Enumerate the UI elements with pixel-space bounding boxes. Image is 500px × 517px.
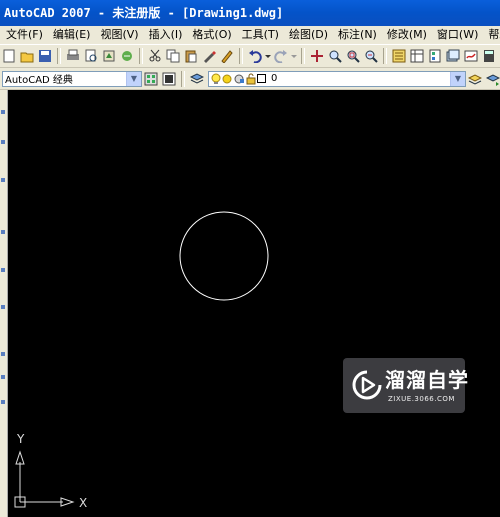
toolbar-handle — [1, 110, 5, 114]
workspace-settings-icon[interactable] — [143, 71, 159, 87]
etransmit-icon[interactable] — [119, 48, 135, 64]
lock-icon — [246, 73, 256, 85]
ucs-y-label: Y — [17, 432, 25, 446]
menu-draw[interactable]: 绘图(D) — [284, 26, 333, 44]
toolbar-separator — [139, 48, 143, 64]
save-icon[interactable] — [37, 48, 53, 64]
menu-format[interactable]: 格式(O) — [187, 26, 236, 44]
layer-color-swatch — [257, 74, 266, 83]
copy-icon[interactable] — [165, 48, 181, 64]
make-object-layer-current-icon[interactable] — [467, 71, 483, 87]
menu-dimension[interactable]: 标注(N) — [333, 26, 382, 44]
circle-entity[interactable] — [179, 211, 269, 301]
publish-icon[interactable] — [101, 48, 117, 64]
design-center-icon[interactable] — [409, 48, 425, 64]
toolbar-separator — [239, 48, 243, 64]
standard-toolbar — [0, 45, 500, 68]
chevron-down-icon[interactable]: ▼ — [126, 71, 141, 86]
toolbar-handle — [1, 178, 5, 182]
ucs-x-label: X — [79, 496, 88, 510]
title-bar: AutoCAD 2007 - 未注册版 - [Drawing1.dwg] — [0, 0, 500, 26]
menu-view[interactable]: 视图(V) — [95, 26, 143, 44]
tool-palettes-icon[interactable] — [427, 48, 443, 64]
zoom-realtime-icon[interactable] — [327, 48, 343, 64]
layer-previous-icon[interactable] — [485, 71, 500, 87]
left-docked-toolbar-edge — [0, 90, 8, 517]
layer-properties-manager-icon[interactable] — [189, 71, 205, 87]
drawing-canvas[interactable]: Y X — [8, 90, 500, 517]
toolbar-separator — [57, 48, 61, 64]
workspace-dropdown[interactable]: AutoCAD 经典 ▼ — [2, 70, 142, 87]
toolbar-handle — [1, 375, 5, 379]
toolbar-separator — [181, 70, 185, 87]
toolbar-handle — [1, 352, 5, 356]
canvas-graphics — [14, 211, 269, 508]
toolbar-separator — [383, 48, 387, 64]
toolbar-handle — [1, 305, 5, 309]
block-editor-icon[interactable] — [219, 48, 235, 64]
new-icon[interactable] — [1, 48, 17, 64]
window-title: AutoCAD 2007 - 未注册版 - [Drawing1.dwg] — [4, 6, 284, 20]
sun-icon — [222, 73, 232, 85]
freeze-viewport-icon — [233, 73, 245, 85]
properties-icon[interactable] — [391, 48, 407, 64]
undo-icon[interactable] — [247, 48, 263, 64]
menu-edit[interactable]: 编辑(E) — [48, 26, 96, 44]
lightbulb-icon — [211, 73, 221, 85]
layer-dropdown[interactable]: 0 ▼ — [208, 70, 466, 87]
paste-icon[interactable] — [183, 48, 199, 64]
ucs-icon — [14, 450, 75, 508]
watermark-title: 溜溜自学 — [385, 368, 469, 392]
play-logo-icon — [352, 370, 382, 404]
open-icon[interactable] — [19, 48, 35, 64]
menu-help[interactable]: 帮助(H) — [483, 26, 500, 44]
watermark-subtitle: ZIXUE.3066.COM — [388, 395, 455, 403]
layers-toolbar: AutoCAD 经典 ▼ 0 ▼ — [0, 68, 500, 90]
match-properties-icon[interactable] — [201, 48, 217, 64]
workspace-dropdown-value: AutoCAD 经典 — [5, 75, 73, 86]
sheet-set-icon[interactable] — [445, 48, 461, 64]
redo-icon[interactable] — [273, 48, 289, 64]
toolbar-handle — [1, 268, 5, 272]
print-preview-icon[interactable] — [83, 48, 99, 64]
menu-modify[interactable]: 修改(M) — [382, 26, 432, 44]
cut-icon[interactable] — [147, 48, 163, 64]
zoom-window-icon[interactable] — [345, 48, 361, 64]
autocad-window: AutoCAD 2007 - 未注册版 - [Drawing1.dwg] 文件(… — [0, 0, 500, 517]
layer-dropdown-value: 0 — [271, 73, 278, 84]
menu-file[interactable]: 文件(F) — [0, 26, 48, 44]
chevron-down-icon[interactable]: ▼ — [450, 71, 465, 86]
menu-insert[interactable]: 插入(I) — [144, 26, 188, 44]
menu-window[interactable]: 窗口(W) — [432, 26, 483, 44]
my-workspace-icon[interactable] — [161, 71, 177, 87]
menu-tools[interactable]: 工具(T) — [237, 26, 284, 44]
toolbar-separator — [301, 48, 305, 64]
pan-icon[interactable] — [309, 48, 325, 64]
toolbar-handle — [1, 230, 5, 234]
undo-dropdown-icon[interactable] — [265, 48, 271, 64]
toolbar-handle — [1, 140, 5, 144]
print-icon[interactable] — [65, 48, 81, 64]
menu-bar: 文件(F) 编辑(E) 视图(V) 插入(I) 格式(O) 工具(T) 绘图(D… — [0, 26, 500, 45]
calculator-icon[interactable] — [481, 48, 497, 64]
watermark-badge: 溜溜自学 ZIXUE.3066.COM — [343, 358, 468, 413]
redo-dropdown-icon[interactable] — [291, 48, 297, 64]
zoom-previous-icon[interactable] — [363, 48, 379, 64]
toolbar-handle — [1, 400, 5, 404]
markup-set-icon[interactable] — [463, 48, 479, 64]
